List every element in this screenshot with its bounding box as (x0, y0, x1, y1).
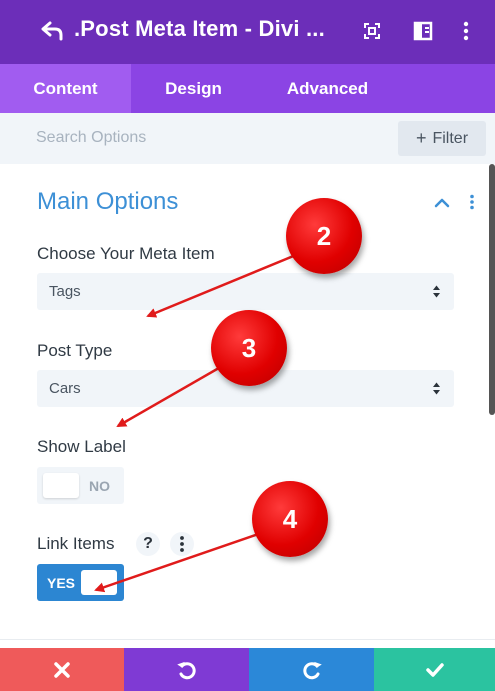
meta-item-select[interactable]: Tags (37, 273, 454, 310)
filter-button[interactable]: + Filter (398, 121, 486, 156)
select-arrows-icon (433, 382, 440, 395)
tab-content[interactable]: Content (0, 64, 131, 113)
link-items-toggle[interactable]: YES (37, 564, 124, 601)
tab-advanced[interactable]: Advanced (256, 64, 399, 113)
post-type-label: Post Type (37, 341, 113, 360)
toggle-state: NO (89, 478, 110, 494)
section-title[interactable]: Main Options (37, 188, 178, 216)
panel-header: .Post Meta Item - Divi ... (0, 0, 495, 64)
action-bar (0, 648, 495, 691)
tab-design[interactable]: Design (131, 64, 256, 113)
tab-bar: Content Design Advanced (0, 64, 495, 113)
close-icon (54, 661, 70, 678)
sidebar-toggle-icon[interactable] (412, 20, 434, 42)
search-input[interactable]: Search Options (36, 129, 146, 147)
show-label-toggle[interactable]: NO (37, 467, 124, 504)
fullscreen-icon[interactable] (361, 20, 383, 42)
meta-item-label: Choose Your Meta Item (37, 244, 215, 263)
plus-icon: + (415, 128, 427, 148)
annotation-badge-3: 3 (211, 310, 287, 386)
save-button[interactable] (374, 648, 495, 691)
show-label-label: Show Label (37, 437, 126, 456)
field-menu-icon[interactable] (170, 532, 194, 556)
filter-label: Filter (432, 129, 469, 147)
post-type-value: Cars (49, 380, 81, 397)
meta-item-value: Tags (49, 283, 81, 300)
check-icon (425, 662, 444, 677)
undo-arrow-icon[interactable] (40, 18, 66, 44)
annotation-badge-2: 2 (286, 198, 362, 274)
scrollbar[interactable] (489, 164, 495, 415)
link-items-label: Link Items (37, 534, 115, 553)
help-icon[interactable]: ? (136, 532, 160, 556)
annotation-badge-4: 4 (252, 481, 328, 557)
redo-icon (302, 661, 322, 679)
more-vertical-icon[interactable] (455, 20, 477, 42)
undo-button[interactable] (124, 648, 249, 691)
undo-icon (176, 661, 196, 679)
select-arrows-icon (433, 285, 440, 298)
section-menu-icon[interactable] (465, 194, 479, 210)
toggle-state: YES (47, 575, 76, 591)
chevron-up-icon[interactable] (434, 196, 450, 208)
toggle-knob (81, 570, 117, 595)
toggle-knob (43, 473, 79, 498)
redo-button[interactable] (249, 648, 374, 691)
panel-title: .Post Meta Item - Divi ... (74, 16, 325, 41)
divider (0, 639, 495, 640)
search-bar: Search Options + Filter (0, 113, 495, 164)
discard-button[interactable] (0, 648, 124, 691)
